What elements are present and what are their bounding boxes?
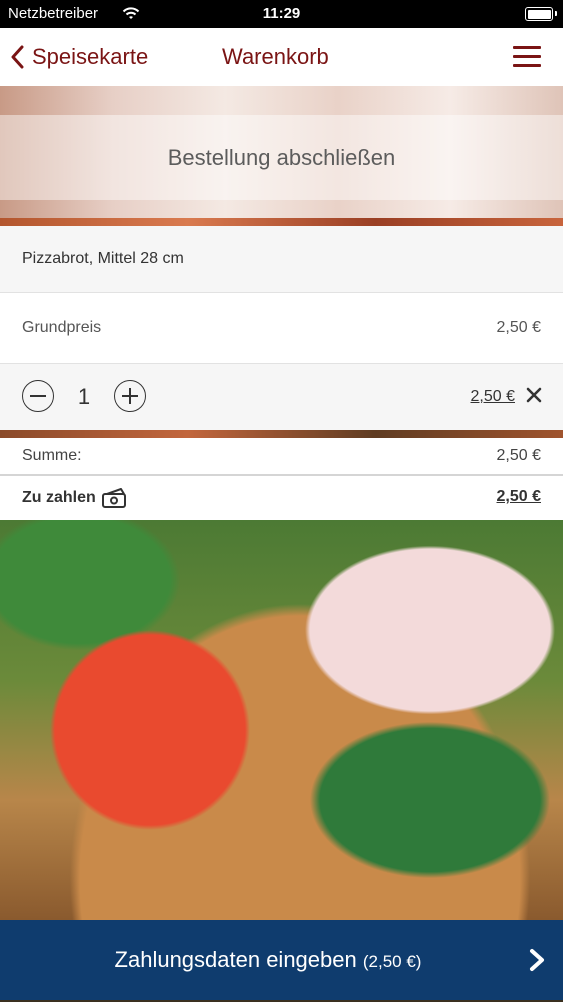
payment-button-label: Zahlungsdaten eingeben xyxy=(114,947,357,972)
cart-item-row: Pizzabrot, Mittel 28 cm xyxy=(0,226,563,293)
amount-due-row: Zu zahlen 2,50 € xyxy=(0,476,563,520)
increase-quantity-button[interactable] xyxy=(114,380,146,412)
decrease-quantity-button[interactable] xyxy=(22,380,54,412)
checkout-banner: Bestellung abschließen xyxy=(0,115,563,200)
sum-value: 2,50 € xyxy=(496,447,541,464)
cash-icon xyxy=(101,488,126,508)
back-button[interactable]: Speisekarte xyxy=(10,28,148,86)
sum-row: Summe: 2,50 € xyxy=(0,438,563,476)
line-total[interactable]: 2,50 € xyxy=(471,364,515,430)
close-icon[interactable] xyxy=(525,386,543,404)
page-title: Warenkorb xyxy=(222,44,329,69)
back-label: Speisekarte xyxy=(32,44,149,69)
clock: 11:29 xyxy=(262,5,301,22)
base-price-row: Grundpreis 2,50 € xyxy=(0,293,563,364)
menu-icon[interactable] xyxy=(513,46,541,68)
sum-label: Summe: xyxy=(22,447,82,464)
chevron-left-icon xyxy=(11,45,24,69)
battery-icon xyxy=(525,7,557,21)
base-price-value: 2,50 € xyxy=(496,319,541,336)
quantity-value: 1 xyxy=(77,384,91,409)
status-bar: Netzbetreiber 11:29 xyxy=(0,0,563,28)
amount-due-value: 2,50 € xyxy=(496,488,541,505)
enter-payment-button[interactable]: Zahlungsdaten eingeben (2,50 €) xyxy=(0,920,563,1000)
base-price-label: Grundpreis xyxy=(22,319,102,336)
pizza-image xyxy=(0,520,563,920)
quantity-row: 1 2,50 € xyxy=(0,364,563,430)
chevron-right-icon xyxy=(530,949,544,971)
navigation-bar: Speisekarte Warenkorb xyxy=(0,28,563,87)
item-name: Pizzabrot, Mittel 28 cm xyxy=(22,250,184,267)
payment-button-amount: (2,50 €) xyxy=(362,952,422,971)
banner-title: Bestellung abschließen xyxy=(167,145,396,170)
amount-due-label: Zu zahlen xyxy=(22,489,96,506)
